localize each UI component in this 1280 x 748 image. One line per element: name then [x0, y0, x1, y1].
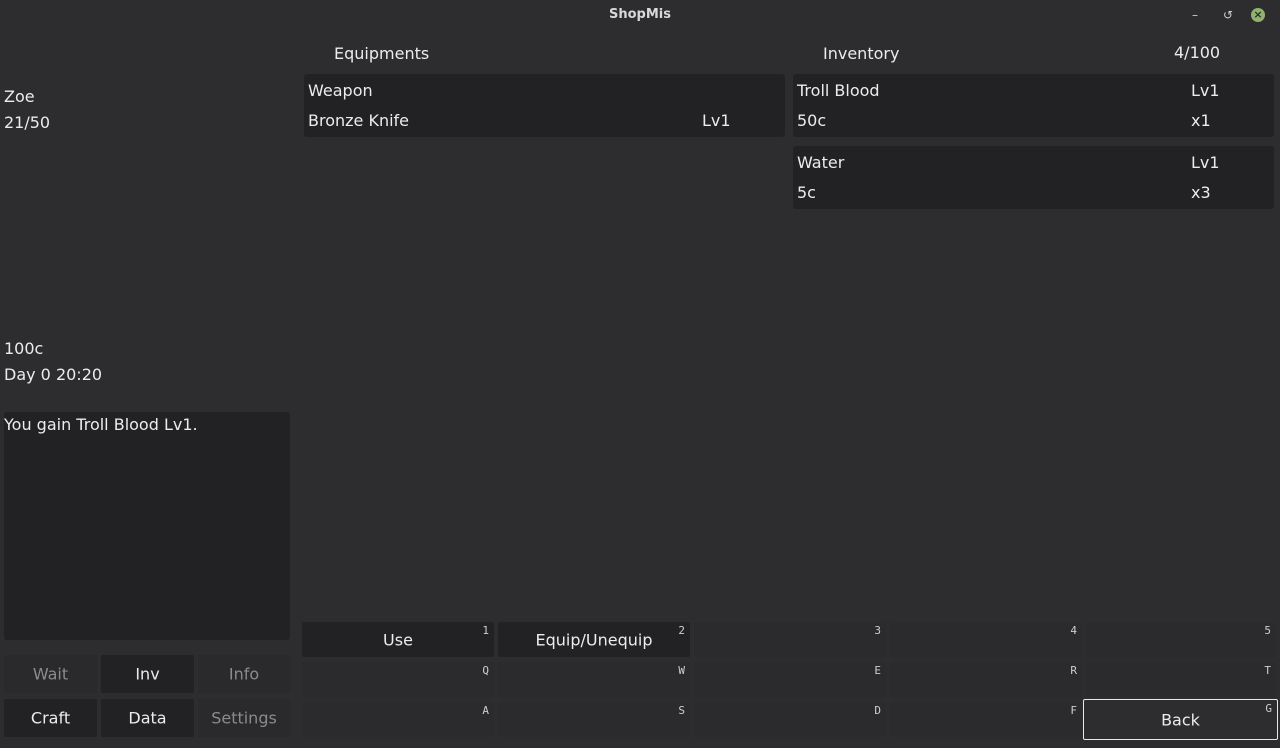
inventory-count: 4/100	[1174, 43, 1221, 62]
hotkey-label: D	[874, 704, 881, 717]
action-slot-e[interactable]: E	[694, 662, 886, 697]
item-name: Troll Blood	[797, 81, 880, 100]
inv-button[interactable]: Inv	[101, 655, 194, 693]
message-log: You gain Troll Blood Lv1.	[4, 412, 290, 640]
hotkey-label: F	[1070, 704, 1077, 717]
use-button[interactable]: Use 1	[302, 622, 494, 657]
minimize-icon[interactable]: –	[1186, 6, 1204, 24]
data-button[interactable]: Data	[101, 699, 194, 737]
hotkey-label: W	[678, 664, 685, 677]
hotkey-label: T	[1264, 664, 1271, 677]
settings-label: Settings	[211, 708, 277, 728]
action-slot-q[interactable]: Q	[302, 662, 494, 697]
equipment-slot-weapon[interactable]: Weapon Bronze Knife Lv1	[304, 74, 785, 137]
inventory-header: Inventory	[823, 44, 900, 63]
hotkey-label: 1	[482, 624, 489, 637]
back-label: Back	[1161, 710, 1200, 729]
action-slot-5[interactable]: 5	[1086, 622, 1276, 657]
hotkey-label: 4	[1070, 624, 1077, 637]
hotkey-label: R	[1070, 664, 1077, 677]
settings-button[interactable]: Settings	[198, 699, 290, 737]
wait-label: Wait	[32, 664, 69, 684]
hotkey-label: E	[874, 664, 881, 677]
back-button[interactable]: Back G	[1083, 699, 1278, 740]
action-slot-3[interactable]: 3	[694, 622, 886, 657]
inventory-item[interactable]: Troll Blood Lv1 50c x1	[793, 74, 1274, 137]
hotkey-label: 2	[678, 624, 685, 637]
game-time: Day 0 20:20	[4, 365, 103, 384]
log-message: You gain Troll Blood Lv1.	[4, 415, 198, 434]
item-quantity: x1	[1191, 111, 1211, 130]
hotkey-label: 5	[1264, 624, 1271, 637]
inventory-item[interactable]: Water Lv1 5c x3	[793, 146, 1274, 209]
action-slot-a[interactable]: A	[302, 702, 494, 737]
equip-unequip-label: Equip/Unequip	[535, 630, 653, 649]
equipment-item-name: Bronze Knife	[308, 111, 410, 130]
use-label: Use	[383, 630, 413, 649]
item-price: 5c	[797, 183, 816, 202]
craft-button[interactable]: Craft	[4, 699, 97, 737]
data-label: Data	[128, 708, 167, 728]
craft-label: Craft	[30, 708, 71, 728]
item-quantity: x3	[1191, 183, 1211, 202]
wait-button[interactable]: Wait	[4, 655, 97, 693]
player-name: Zoe	[4, 87, 35, 106]
equip-unequip-button[interactable]: Equip/Unequip 2	[498, 622, 690, 657]
equipment-item-level: Lv1	[702, 111, 731, 130]
info-button[interactable]: Info	[198, 655, 290, 693]
item-name: Water	[797, 153, 845, 172]
hotkey-label: Q	[482, 664, 489, 677]
hotkey-label: A	[482, 704, 489, 717]
info-label: Info	[228, 664, 260, 684]
action-slot-f[interactable]: F	[890, 702, 1082, 737]
close-button[interactable]: ×	[1249, 6, 1267, 24]
hotkey-label: G	[1265, 702, 1272, 715]
title-bar: ShopMis – ↺ ×	[0, 0, 1280, 30]
window-title: ShopMis	[609, 7, 671, 22]
inv-label: Inv	[135, 664, 160, 684]
action-slot-r[interactable]: R	[890, 662, 1082, 697]
item-level: Lv1	[1191, 81, 1220, 100]
action-slot-s[interactable]: S	[498, 702, 690, 737]
action-slot-w[interactable]: W	[498, 662, 690, 697]
item-price: 50c	[797, 111, 827, 130]
action-slot-4[interactable]: 4	[890, 622, 1082, 657]
restore-icon[interactable]: ↺	[1219, 6, 1237, 24]
player-money: 100c	[4, 339, 44, 358]
action-slot-d[interactable]: D	[694, 702, 886, 737]
action-slot-t[interactable]: T	[1086, 662, 1276, 697]
equipment-slot-label: Weapon	[308, 81, 373, 100]
hotkey-label: 3	[874, 624, 881, 637]
player-hp: 21/50	[4, 113, 51, 132]
item-level: Lv1	[1191, 153, 1220, 172]
close-icon: ×	[1251, 8, 1265, 22]
equipments-header: Equipments	[334, 44, 430, 63]
hotkey-label: S	[678, 704, 685, 717]
